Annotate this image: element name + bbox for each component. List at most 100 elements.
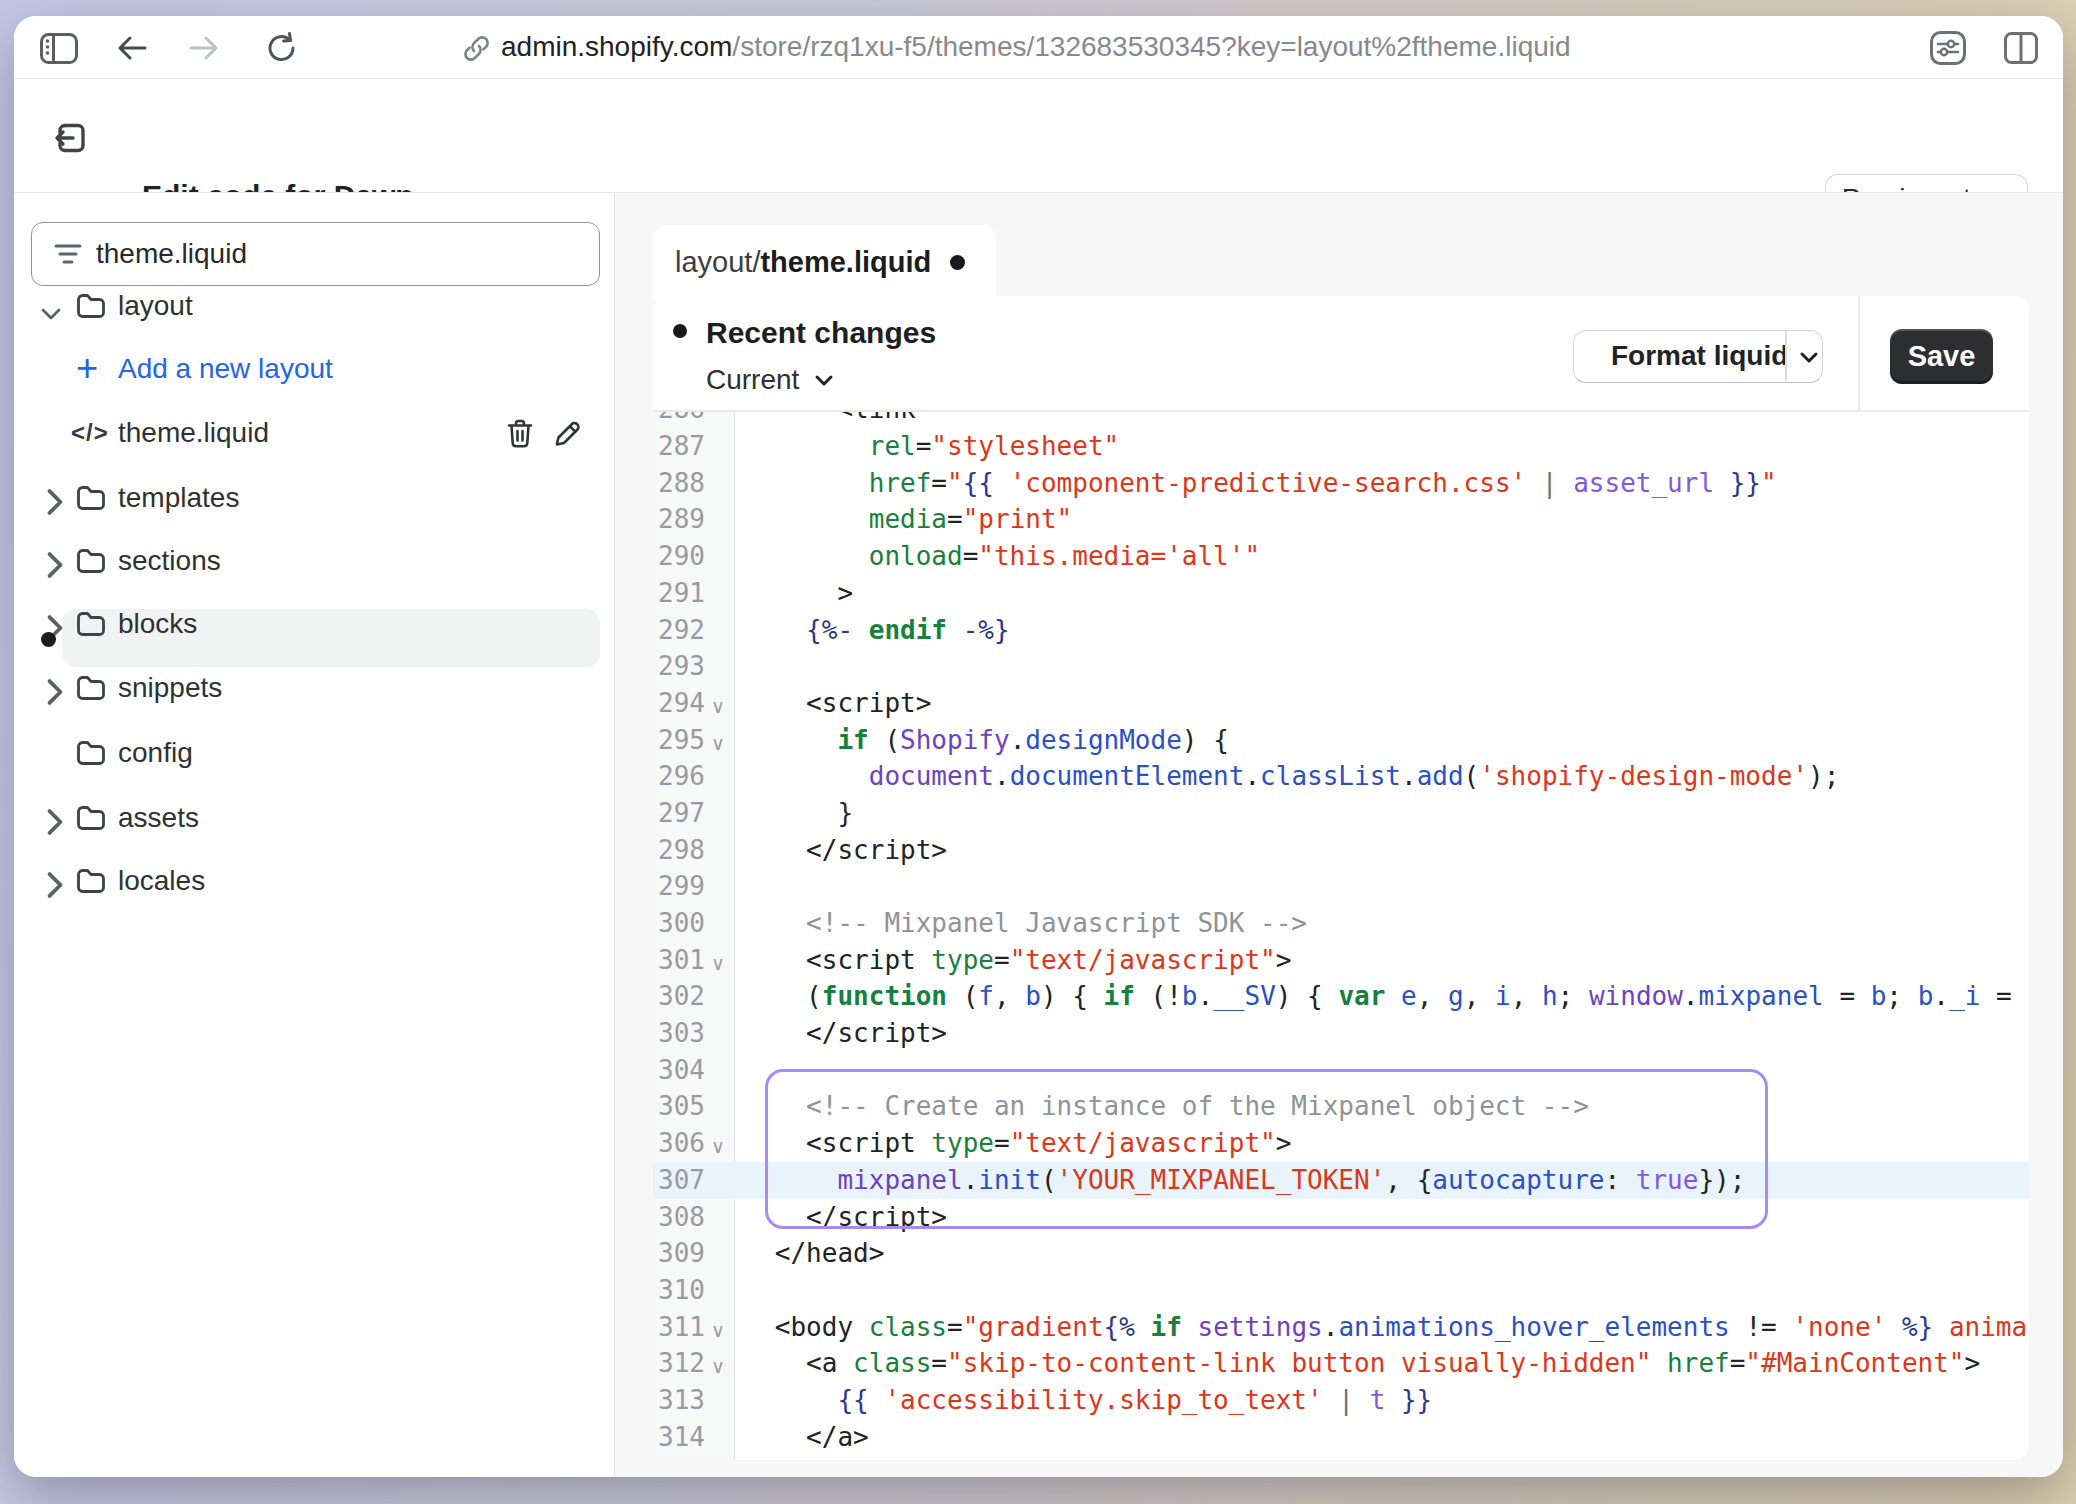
line-number: 291: [653, 575, 735, 612]
chevron-right-icon[interactable]: [44, 870, 66, 900]
sidebar-item-templates[interactable]: templates: [14, 469, 600, 527]
browser-settings-icon[interactable]: [1930, 31, 1966, 65]
reload-icon[interactable]: [266, 32, 298, 64]
url-path: /store/rzq1xu-f5/themes/132683530345?key…: [732, 31, 1570, 62]
code-line-313[interactable]: 313 {{ 'accessibility.skip_to_text' | t …: [653, 1382, 2029, 1419]
code-line-311[interactable]: 311∨ <body class="gradient{% if settings…: [653, 1309, 2029, 1346]
code-line-286[interactable]: 286 <link: [653, 412, 2029, 428]
code-line-287[interactable]: 287 rel="stylesheet": [653, 428, 2029, 465]
code-text: <body class="gradient{% if settings.anim…: [735, 1309, 2029, 1346]
line-number: 302: [653, 978, 735, 1015]
line-number: 307: [653, 1162, 735, 1199]
code-line-300[interactable]: 300 <!-- Mixpanel Javascript SDK -->: [653, 905, 2029, 942]
sidebar-item-theme-liquid[interactable]: </>theme.liquid: [14, 404, 600, 462]
sidebar-item-locales[interactable]: locales: [14, 852, 600, 910]
chevron-down-icon[interactable]: [40, 299, 62, 329]
folder-icon: [76, 868, 106, 894]
line-number: 288: [653, 465, 735, 502]
sidebar-item-layout[interactable]: layout: [14, 277, 600, 335]
sidebar-item-assets[interactable]: assets: [14, 789, 600, 847]
code-text: {{ 'accessibility.skip_to_text' | t }}: [735, 1382, 2029, 1419]
fold-chevron-icon[interactable]: ∨: [705, 726, 731, 763]
folder-icon: [76, 548, 106, 574]
fold-chevron-icon[interactable]: ∨: [705, 1349, 731, 1386]
tab-file: theme.liquid: [760, 246, 931, 278]
line-number: 290: [653, 538, 735, 575]
item-label: layout: [118, 277, 193, 335]
tab-theme-liquid[interactable]: layout/theme.liquid: [653, 225, 996, 299]
code-line-294[interactable]: 294∨ <script>: [653, 685, 2029, 722]
code-line-299[interactable]: 299: [653, 868, 2029, 905]
fold-chevron-icon[interactable]: ∨: [705, 1129, 731, 1166]
exit-icon[interactable]: [53, 120, 89, 156]
toolbar-separator: [1858, 296, 1860, 411]
code-line-291[interactable]: 291 >: [653, 575, 2029, 612]
code-text: </head>: [735, 1235, 2029, 1272]
code-line-290[interactable]: 290 onload="this.media='all'": [653, 538, 2029, 575]
code-line-310[interactable]: 310: [653, 1272, 2029, 1309]
recent-changes-label: Recent changes: [706, 316, 936, 350]
code-line-302[interactable]: 302 (function (f, b) { if (!b.__SV) { va…: [653, 978, 2029, 1015]
code-text: <link: [735, 412, 2029, 428]
format-button-divider: [1785, 331, 1787, 381]
code-lines: 286 <link287 rel="stylesheet"288 href="{…: [653, 412, 2029, 1455]
fold-chevron-icon[interactable]: ∨: [705, 946, 731, 983]
code-line-288[interactable]: 288 href="{{ 'component-predictive-searc…: [653, 465, 2029, 502]
sidebar-item-blocks[interactable]: blocks: [14, 595, 600, 653]
sidebar-toggle-icon[interactable]: [40, 33, 78, 64]
save-button[interactable]: Save: [1890, 329, 1993, 384]
url-bar[interactable]: admin.shopify.com/store/rzq1xu-f5/themes…: [501, 16, 1571, 78]
fold-chevron-icon[interactable]: ∨: [705, 689, 731, 726]
forward-icon[interactable]: [189, 34, 219, 62]
sidebar-item-sections[interactable]: sections: [14, 532, 600, 590]
code-line-295[interactable]: 295∨ if (Shopify.designMode) {: [653, 722, 2029, 759]
code-line-292[interactable]: 292 {%- endif -%}: [653, 612, 2029, 649]
code-line-296[interactable]: 296 document.documentElement.classList.a…: [653, 758, 2029, 795]
add-layout-button[interactable]: +Add a new layout: [14, 340, 600, 398]
code-line-312[interactable]: 312∨ <a class="skip-to-content-link butt…: [653, 1345, 2029, 1382]
code-line-289[interactable]: 289 media="print": [653, 501, 2029, 538]
line-number: 294∨: [653, 685, 735, 722]
chevron-right-icon[interactable]: [44, 807, 66, 837]
version-select-label[interactable]: Current: [706, 364, 799, 396]
tab-unsaved-dot: [950, 255, 965, 270]
line-number: 286: [653, 412, 735, 428]
item-label: templates: [118, 469, 239, 527]
back-icon[interactable]: [117, 34, 147, 62]
code-line-314[interactable]: 314 </a>: [653, 1419, 2029, 1456]
code-line-309[interactable]: 309 </head>: [653, 1235, 2029, 1272]
plus-icon: +: [76, 340, 98, 396]
item-label: sections: [118, 532, 221, 590]
format-liquid-button[interactable]: Format liquid: [1573, 330, 1823, 383]
code-line-301[interactable]: 301∨ <script type="text/javascript">: [653, 942, 2029, 979]
sidebar-item-snippets[interactable]: snippets: [14, 659, 600, 717]
code-line-303[interactable]: 303 </script>: [653, 1015, 2029, 1052]
code-text: <script type="text/javascript">: [735, 942, 2029, 979]
code-line-298[interactable]: 298 </script>: [653, 832, 2029, 869]
line-number: 304: [653, 1052, 735, 1089]
folder-icon: [76, 293, 106, 319]
chevron-right-icon[interactable]: [44, 487, 66, 517]
line-number: 310: [653, 1272, 735, 1309]
rename-icon[interactable]: [553, 419, 581, 448]
fold-chevron-icon[interactable]: ∨: [705, 1313, 731, 1350]
file-sidebar: theme.liquid layout+Add a new layout</>t…: [14, 193, 615, 1477]
chevron-right-icon[interactable]: [44, 677, 66, 707]
line-number: 292: [653, 612, 735, 649]
split-view-icon[interactable]: [2004, 32, 2038, 64]
sidebar-item-config[interactable]: config: [14, 724, 600, 782]
url-host: admin.shopify.com: [501, 31, 732, 62]
line-number: 301∨: [653, 942, 735, 979]
chevron-right-icon[interactable]: [44, 550, 66, 580]
code-line-297[interactable]: 297 }: [653, 795, 2029, 832]
code-text: onload="this.media='all'": [735, 538, 2029, 575]
delete-icon[interactable]: [506, 419, 534, 449]
filter-icon: [54, 242, 82, 266]
line-number: 311∨: [653, 1309, 735, 1346]
code-line-293[interactable]: 293: [653, 648, 2029, 685]
line-number: 298: [653, 832, 735, 869]
version-chevron-down-icon[interactable]: [811, 367, 837, 393]
code-editor[interactable]: 286 <link287 rel="stylesheet"288 href="{…: [653, 412, 2029, 1460]
format-chevron-down-icon[interactable]: [1796, 344, 1822, 370]
code-text: [735, 868, 2029, 905]
